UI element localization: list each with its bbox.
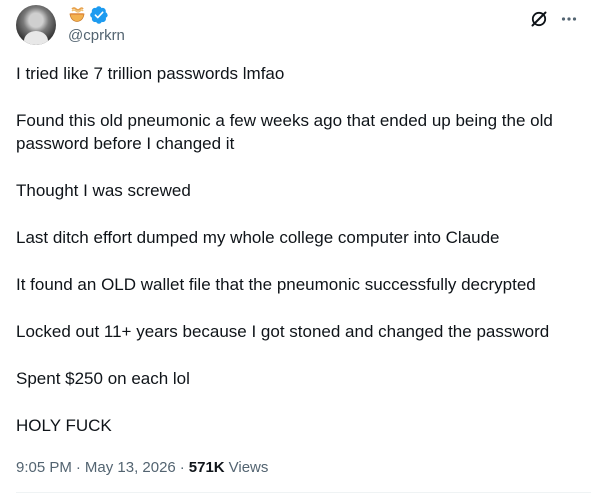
author-block: @cprkrn	[68, 5, 125, 46]
tweet-paragraph: It found an OLD wallet file that the pne…	[16, 275, 536, 294]
tweet-meta: 9:05 PM · May 13, 2026 · 571K Views	[16, 458, 268, 478]
tweet-actions	[529, 9, 579, 29]
meta-separator: ·	[75, 459, 81, 476]
noodle-bowl-icon	[68, 6, 86, 24]
tweet-paragraph: HOLY FUCK	[16, 416, 112, 435]
meta-separator: ·	[179, 459, 185, 476]
tweet-header: @cprkrn	[16, 5, 579, 45]
grok-icon[interactable]	[529, 9, 549, 29]
timestamp-time[interactable]: 9:05 PM	[16, 458, 72, 478]
verified-badge-icon	[90, 6, 108, 24]
avatar[interactable]	[16, 5, 56, 45]
tweet-text: I tried like 7 trillion passwords lmfao …	[16, 62, 575, 461]
timestamp-date[interactable]: May 13, 2026	[85, 458, 176, 478]
display-name-row[interactable]	[68, 5, 125, 25]
author-handle[interactable]: @cprkrn	[68, 26, 125, 46]
divider	[16, 492, 591, 493]
tweet-paragraph: Last ditch effort dumped my whole colleg…	[16, 228, 500, 247]
tweet-paragraph: I tried like 7 trillion passwords lmfao	[16, 64, 285, 83]
more-horizontal-icon[interactable]	[559, 9, 579, 29]
tweet-paragraph: Locked out 11+ years because I got stone…	[16, 322, 550, 341]
tweet-paragraph: Spent $250 on each lol	[16, 369, 190, 388]
tweet-paragraph: Thought I was screwed	[16, 181, 191, 200]
tweet: @cprkrn I tried like 7 trillion password…	[0, 0, 591, 496]
views-count: 571K	[188, 459, 225, 476]
tweet-paragraph: Found this old pneumonic a few weeks ago…	[16, 111, 553, 153]
views-label: Views	[228, 459, 269, 476]
